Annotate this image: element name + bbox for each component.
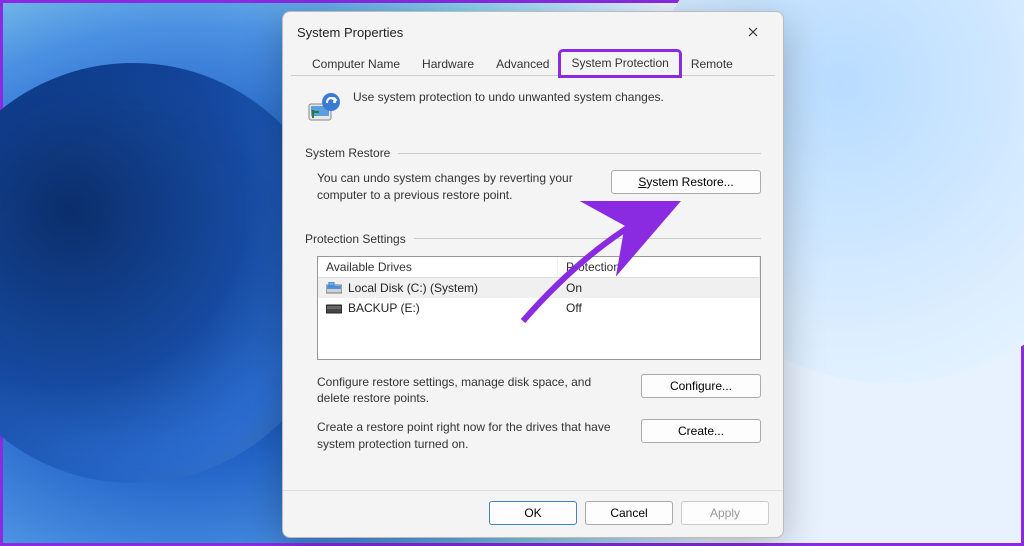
protection-settings-group-label: Protection Settings: [305, 232, 406, 246]
configure-button[interactable]: Configure...: [641, 374, 761, 398]
drive-name: BACKUP (E:): [348, 301, 420, 315]
tab-bar: Computer Name Hardware Advanced System P…: [291, 48, 775, 76]
system-protection-icon: [305, 90, 341, 126]
tab-computer-name[interactable]: Computer Name: [301, 52, 411, 76]
close-button[interactable]: [735, 18, 771, 46]
ok-button[interactable]: OK: [489, 501, 577, 525]
system-restore-button[interactable]: System Restore...: [611, 170, 761, 194]
drive-row[interactable]: BACKUP (E:) Off: [318, 298, 760, 318]
drives-header: Available Drives Protection: [318, 257, 760, 278]
system-restore-group-label: System Restore: [305, 146, 390, 160]
disk-icon: [326, 302, 342, 314]
configure-description: Configure restore settings, manage disk …: [317, 374, 623, 408]
system-disk-icon: [326, 282, 342, 294]
window-title: System Properties: [297, 25, 403, 40]
tab-content: Use system protection to undo unwanted s…: [283, 76, 783, 490]
system-restore-group: System Restore: [305, 146, 761, 160]
system-properties-dialog: System Properties Computer Name Hardware…: [282, 11, 784, 538]
drive-row[interactable]: Local Disk (C:) (System) On: [318, 278, 760, 298]
close-icon: [748, 27, 758, 37]
cancel-button[interactable]: Cancel: [585, 501, 673, 525]
tab-advanced[interactable]: Advanced: [485, 52, 560, 76]
intro-text: Use system protection to undo unwanted s…: [353, 90, 664, 104]
tab-remote[interactable]: Remote: [680, 52, 744, 76]
create-restore-point-button[interactable]: Create...: [641, 419, 761, 443]
drive-protection: On: [558, 278, 760, 298]
col-header-drives[interactable]: Available Drives: [318, 257, 558, 278]
dialog-footer: OK Cancel Apply: [283, 490, 783, 537]
drive-protection: Off: [558, 298, 760, 318]
drives-listbox[interactable]: Available Drives Protection Local Disk (…: [317, 256, 761, 360]
tab-system-protection[interactable]: System Protection: [560, 51, 679, 76]
tab-hardware[interactable]: Hardware: [411, 52, 485, 76]
drive-name: Local Disk (C:) (System): [348, 281, 478, 295]
create-description: Create a restore point right now for the…: [317, 419, 623, 453]
apply-button[interactable]: Apply: [681, 501, 769, 525]
titlebar: System Properties: [283, 12, 783, 48]
system-restore-description: You can undo system changes by reverting…: [317, 170, 593, 204]
col-header-protection[interactable]: Protection: [558, 257, 760, 278]
protection-settings-group: Protection Settings: [305, 232, 761, 246]
